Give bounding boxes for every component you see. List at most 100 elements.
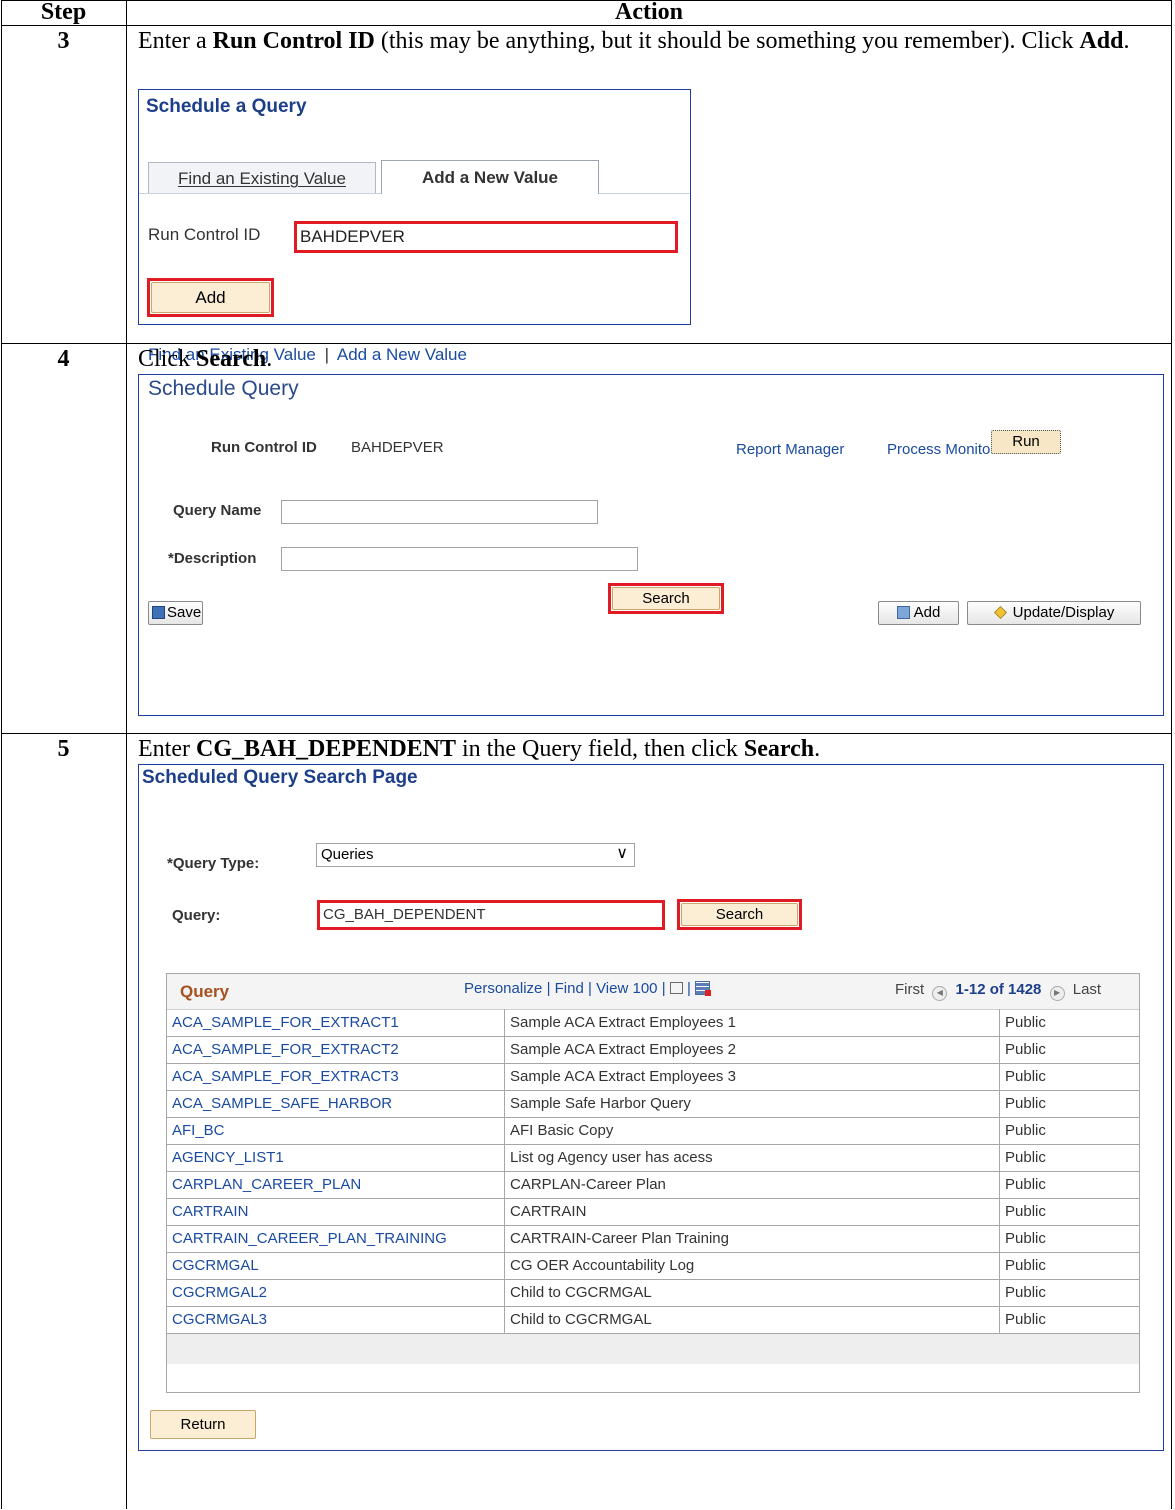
add-button[interactable]: Add xyxy=(878,601,959,625)
process-monitor-link[interactable]: Process Monitor xyxy=(887,441,995,458)
query-description: AFI Basic Copy xyxy=(505,1117,1000,1144)
query-access: Public xyxy=(1005,1257,1046,1274)
run-button[interactable]: Run xyxy=(991,430,1061,454)
table-row: ACA_SAMPLE_FOR_EXTRACT1 Sample ACA Extrac… xyxy=(167,1009,1139,1037)
query-name-link[interactable]: AGENCY_LIST1 xyxy=(167,1144,505,1171)
query-name-link[interactable]: ACA_SAMPLE_FOR_EXTRACT1 xyxy=(167,1009,505,1036)
query-access: Public xyxy=(1005,1311,1046,1328)
query-description: List og Agency user has acess xyxy=(505,1144,1000,1171)
query-name-link[interactable]: CGCRMGAL2 xyxy=(167,1279,505,1306)
query-description: Sample ACA Extract Employees 1 xyxy=(505,1009,1000,1036)
query-access: Public xyxy=(1005,1095,1046,1112)
step-instruction: Click Search. xyxy=(138,346,273,372)
table-row: AGENCY_LIST1 List og Agency user has aces… xyxy=(167,1144,1139,1172)
instruction-table: Step Action 3 Enter a Run Control ID (th… xyxy=(1,0,1172,1509)
query-input[interactable]: CG_BAH_DEPENDENT xyxy=(317,900,665,930)
step-number: 3 xyxy=(57,28,70,54)
query-name-link[interactable]: ACA_SAMPLE_FOR_EXTRACT3 xyxy=(167,1063,505,1090)
query-name-link[interactable]: CARTRAIN_CAREER_PLAN_TRAINING xyxy=(167,1225,505,1252)
chevron-down-icon: ∨ xyxy=(616,845,628,862)
step-number: 5 xyxy=(57,736,70,762)
query-description: Sample ACA Extract Employees 2 xyxy=(505,1036,1000,1063)
query-description: CARPLAN-Career Plan xyxy=(505,1171,1000,1198)
step-instruction: Enter a Run Control ID (this may be anyt… xyxy=(138,28,1130,54)
step-number: 4 xyxy=(57,346,70,372)
grid-toolbar: Personalize | Find | View 100 | | xyxy=(464,980,712,997)
tab-add-new[interactable]: Add a New Value xyxy=(381,160,599,194)
query-name-link[interactable]: ACA_SAMPLE_SAFE_HARBOR xyxy=(167,1090,505,1117)
grid-footer xyxy=(167,1334,1139,1364)
query-access: Public xyxy=(1005,1068,1046,1085)
table-row: CGCRMGAL2 Child to CGCRMGAL Public xyxy=(167,1279,1139,1307)
query-name-link[interactable]: AFI_BC xyxy=(167,1117,505,1144)
query-name-link[interactable]: CGCRMGAL3 xyxy=(167,1306,505,1333)
step-instruction: Enter CG_BAH_DEPENDENT in the Query fiel… xyxy=(138,736,821,762)
query-name-input[interactable] xyxy=(281,500,598,524)
prev-icon[interactable]: ◀ xyxy=(932,986,948,1001)
personalize-link[interactable]: Personalize xyxy=(464,980,542,997)
query-name-link[interactable]: CGCRMGAL xyxy=(167,1252,505,1279)
query-access: Public xyxy=(1005,1122,1046,1139)
pencil-icon xyxy=(993,606,1007,619)
run-control-input[interactable]: BAHDEPVER xyxy=(294,221,678,253)
run-control-label: Run Control ID xyxy=(211,439,317,456)
schedule-query-screenshot: Schedule Query Run Control ID BAHDEPVER … xyxy=(138,374,1164,716)
description-input[interactable] xyxy=(281,547,638,571)
query-name-link[interactable]: ACA_SAMPLE_FOR_EXTRACT2 xyxy=(167,1036,505,1063)
panel-title: Scheduled Query Search Page xyxy=(142,767,418,788)
range-label: 1-12 of 1428 xyxy=(955,981,1042,998)
scheduled-query-search-screenshot: Scheduled Query Search Page *Query Type:… xyxy=(138,764,1164,1451)
add-icon xyxy=(896,606,910,619)
grid-pagination: First ◀ 1-12 of 1428 ▶ Last xyxy=(895,981,1101,1001)
query-access: Public xyxy=(1005,1284,1046,1301)
table-row: ACA_SAMPLE_FOR_EXTRACT3 Sample ACA Extrac… xyxy=(167,1063,1139,1091)
query-label: Query: xyxy=(172,907,221,924)
search-button[interactable]: Search xyxy=(681,903,798,926)
query-access: Public xyxy=(1005,1041,1046,1058)
next-icon[interactable]: ▶ xyxy=(1049,986,1065,1001)
query-description: Child to CGCRMGAL xyxy=(505,1279,1000,1306)
return-button[interactable]: Return xyxy=(150,1410,256,1439)
search-button[interactable]: Search xyxy=(612,587,720,610)
new-window-icon[interactable] xyxy=(669,982,683,994)
query-type-label: *Query Type: xyxy=(167,855,260,872)
table-row: ACA_SAMPLE_SAFE_HARBOR Sample Safe Harbor… xyxy=(167,1090,1139,1118)
add-button[interactable]: Add xyxy=(151,282,270,313)
panel-title: Schedule a Query xyxy=(146,96,307,117)
query-description: Sample Safe Harbor Query xyxy=(505,1090,1000,1117)
query-access: Public xyxy=(1005,1014,1046,1031)
run-control-label: Run Control ID xyxy=(148,225,261,244)
query-type-select[interactable]: Queries ∨ xyxy=(316,843,635,867)
run-control-value: BAHDEPVER xyxy=(351,439,444,456)
table-row: CGCRMGAL CG OER Accountability Log Public xyxy=(167,1252,1139,1280)
view-100-link[interactable]: View 100 xyxy=(596,980,657,997)
report-manager-link[interactable]: Report Manager xyxy=(736,441,844,458)
query-description: Child to CGCRMGAL xyxy=(505,1306,1000,1333)
description-label: *Description xyxy=(168,550,257,567)
save-button[interactable]: Save xyxy=(148,601,203,625)
query-name-link[interactable]: CARPLAN_CAREER_PLAN xyxy=(167,1171,505,1198)
table-row: ACA_SAMPLE_FOR_EXTRACT2 Sample ACA Extrac… xyxy=(167,1036,1139,1064)
first-label: First xyxy=(895,981,925,998)
query-description: CG OER Accountability Log xyxy=(505,1252,1000,1279)
query-access: Public xyxy=(1005,1176,1046,1193)
query-access: Public xyxy=(1005,1203,1046,1220)
tab-find-existing[interactable]: Find an Existing Value xyxy=(148,162,376,193)
grid-title: Query xyxy=(180,982,230,1001)
save-icon xyxy=(152,606,165,619)
query-access: Public xyxy=(1005,1230,1046,1247)
find-link[interactable]: Find xyxy=(555,980,584,997)
grid-header: Query Personalize | Find | View 100 | | … xyxy=(167,974,1139,1010)
table-row: CARTRAIN CARTRAIN Public xyxy=(167,1198,1139,1226)
query-access: Public xyxy=(1005,1149,1046,1166)
step-column-header: Step xyxy=(40,0,87,25)
query-name-label: Query Name xyxy=(173,502,262,519)
table-row: CARPLAN_CAREER_PLAN CARPLAN-Career Plan Pu… xyxy=(167,1171,1139,1199)
panel-title: Schedule Query xyxy=(148,377,299,400)
query-name-link[interactable]: CARTRAIN xyxy=(167,1198,505,1225)
query-description: CARTRAIN-Career Plan Training xyxy=(505,1225,1000,1252)
update-display-button[interactable]: Update/Display xyxy=(967,601,1141,625)
download-grid-icon[interactable] xyxy=(695,981,712,996)
query-description: Sample ACA Extract Employees 3 xyxy=(505,1063,1000,1090)
table-row: AFI_BC AFI Basic Copy Public xyxy=(167,1117,1139,1145)
